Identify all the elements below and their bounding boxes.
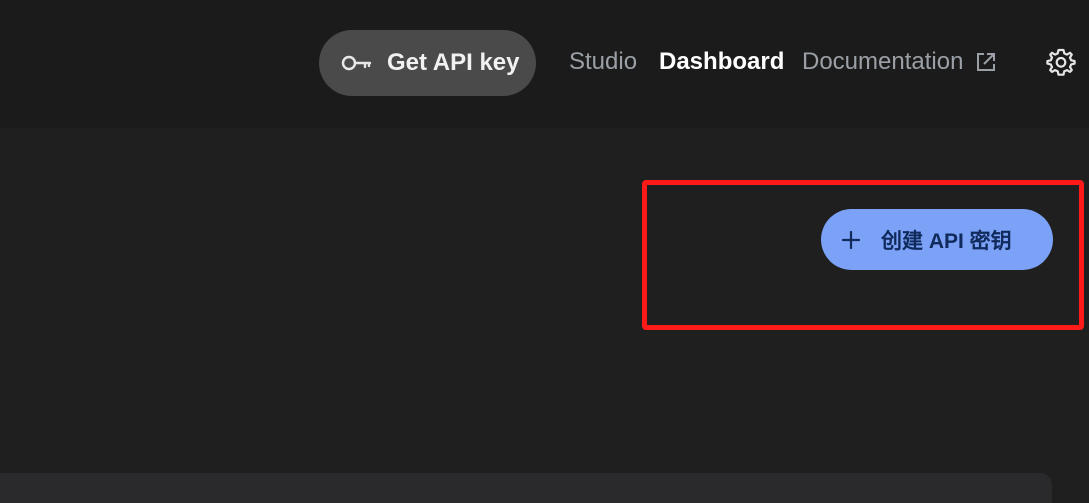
nav-documentation-label: Documentation xyxy=(802,48,964,75)
top-bar: Get API key Studio Dashboard Documentati… xyxy=(0,0,1089,128)
plus-icon xyxy=(841,230,861,250)
key-icon xyxy=(341,53,373,73)
gear-icon[interactable] xyxy=(1046,47,1076,77)
nav-studio[interactable]: Studio xyxy=(569,44,637,80)
nav-documentation[interactable]: Documentation xyxy=(802,44,997,80)
api-keys-panel xyxy=(0,473,1052,503)
create-api-key-button[interactable]: 创建 API 密钥 xyxy=(821,209,1053,270)
nav-dashboard[interactable]: Dashboard xyxy=(659,44,784,80)
get-api-key-button[interactable]: Get API key xyxy=(319,30,536,96)
external-link-icon xyxy=(975,51,997,73)
get-api-key-label: Get API key xyxy=(387,49,520,76)
create-api-key-label: 创建 API 密钥 xyxy=(881,229,1012,253)
